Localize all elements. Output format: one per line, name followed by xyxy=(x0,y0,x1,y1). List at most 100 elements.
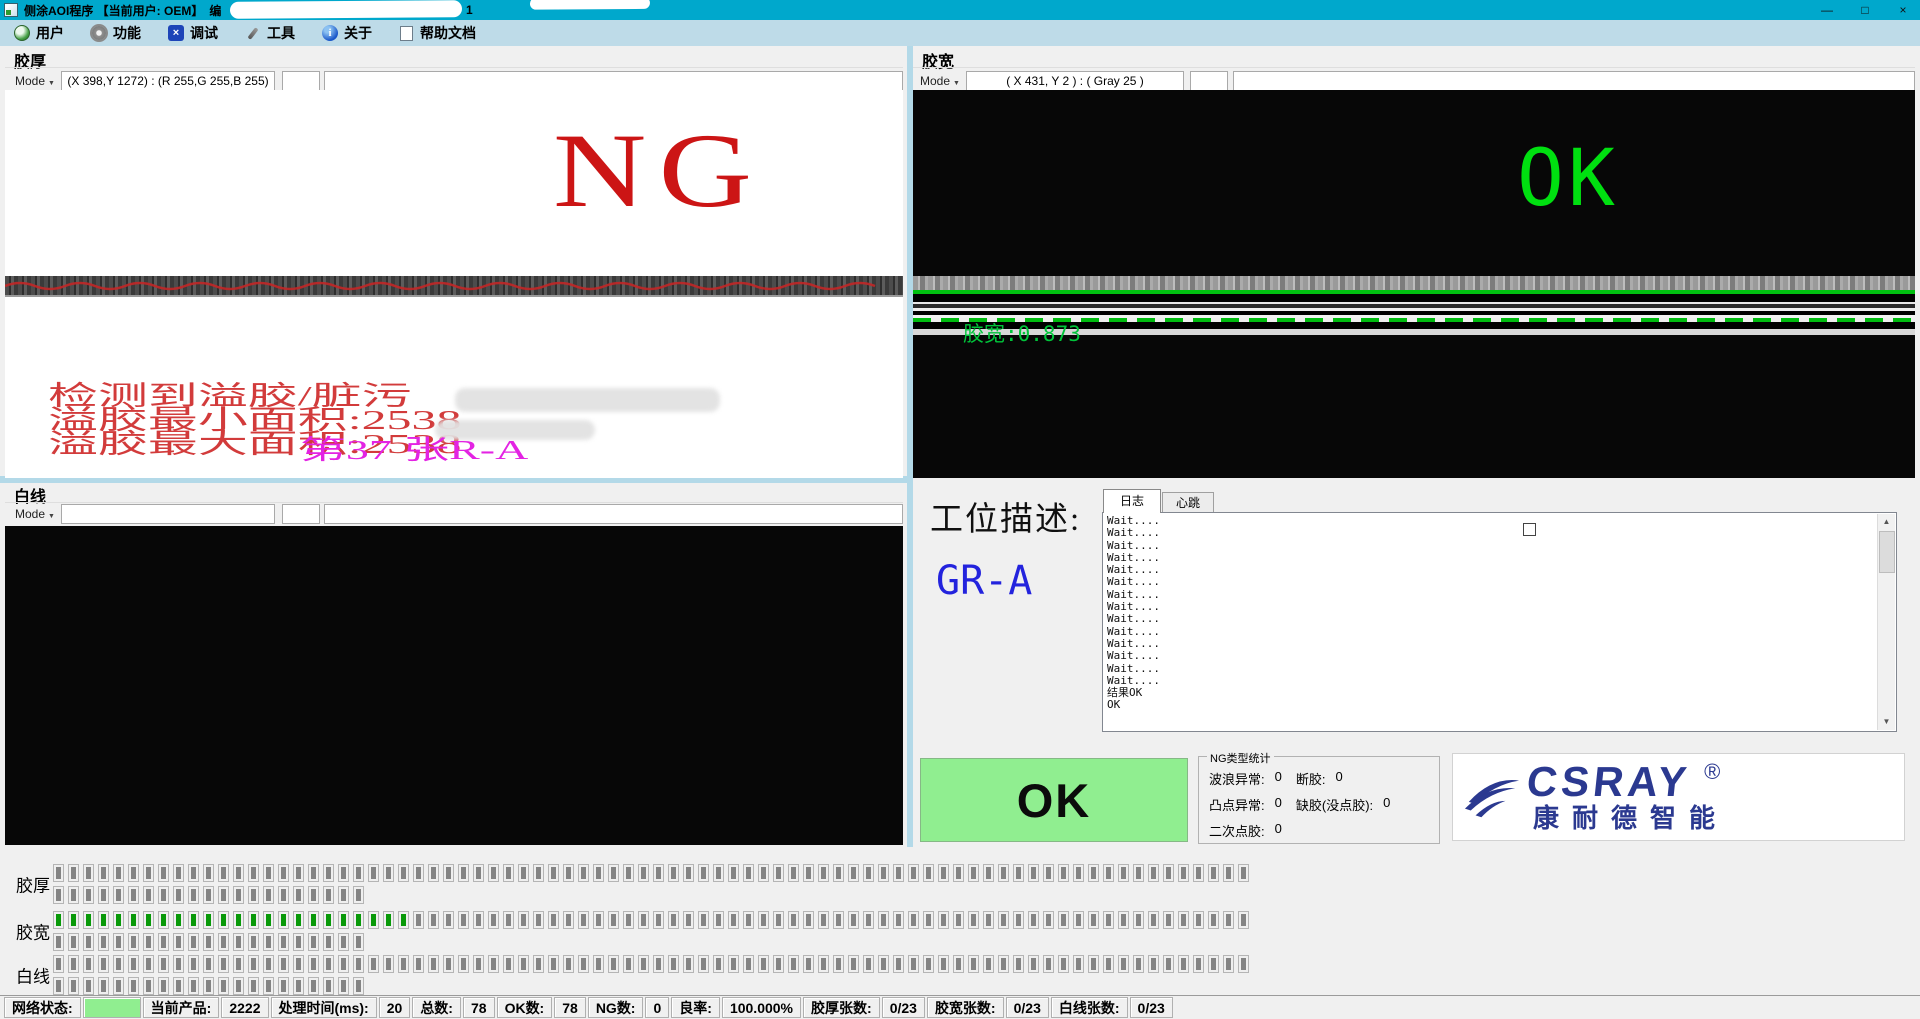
panel-title-width: 胶宽 xyxy=(922,48,954,72)
minimize-button[interactable]: — xyxy=(1816,1,1838,19)
grid-cell-empty xyxy=(923,955,934,973)
grid-cell-empty xyxy=(998,864,1009,882)
grid-cell-empty xyxy=(743,955,754,973)
mode-dropdown-whiteline[interactable]: Mode xyxy=(15,505,55,523)
grid-cell-empty xyxy=(743,911,754,929)
log-listbox[interactable]: Wait....Wait....Wait....Wait....Wait....… xyxy=(1102,512,1897,732)
grid-cell-empty xyxy=(683,911,694,929)
menu-item-2[interactable]: 功能 xyxy=(91,23,141,43)
grid-cell-empty xyxy=(413,955,424,973)
small-field-whiteline[interactable] xyxy=(282,504,320,524)
grid-cell-empty xyxy=(128,864,139,882)
grid-cell-empty xyxy=(728,955,739,973)
grid-cell-empty xyxy=(98,977,109,995)
grid-cell-empty xyxy=(728,911,739,929)
grid-cell-empty xyxy=(53,955,64,973)
grid-cell-empty xyxy=(968,911,979,929)
close-button[interactable]: × xyxy=(1892,1,1914,19)
pixel-readout-width[interactable]: ( X 431, Y 2 ) : ( Gray 25 ) xyxy=(966,71,1184,91)
grid-cell-empty xyxy=(218,977,229,995)
grid-cell-filled xyxy=(128,911,139,929)
scroll-up-icon[interactable]: ▲ xyxy=(1878,514,1895,530)
menu-item-5[interactable]: 关于 xyxy=(322,23,372,43)
pixel-readout-thickness[interactable]: (X 398,Y 1272) : (R 255,G 255,B 255) xyxy=(61,71,275,91)
grid-cell-filled xyxy=(53,911,64,929)
grid-cell-empty xyxy=(323,933,334,951)
grid-cell-empty xyxy=(353,864,364,882)
about-icon xyxy=(322,25,338,41)
grid-cell-empty xyxy=(83,977,94,995)
grid-cell-empty xyxy=(1133,911,1144,929)
small-field-thickness[interactable] xyxy=(282,71,320,91)
image-view-whiteline[interactable] xyxy=(5,526,903,845)
log-line: OK xyxy=(1107,699,1160,711)
grid-cell-empty xyxy=(143,977,154,995)
menu-item-1[interactable]: 用户 xyxy=(14,23,64,43)
grid-cell-empty xyxy=(953,911,964,929)
status-value: 0/23 xyxy=(1006,997,1049,1018)
scroll-down-icon[interactable]: ▼ xyxy=(1878,714,1895,730)
pixel-readout-whiteline[interactable] xyxy=(61,504,275,524)
grid-cell-empty xyxy=(173,955,184,973)
ng-stat-column: 断胶:0缺胶(没点胶):0 xyxy=(1296,769,1391,840)
long-field-whiteline[interactable] xyxy=(324,504,903,524)
menu-item-4[interactable]: 工具 xyxy=(245,23,295,43)
grid-cell-empty xyxy=(488,864,499,882)
log-line: Wait.... xyxy=(1107,613,1160,625)
grid-cell-empty xyxy=(113,886,124,904)
grid-cell-empty xyxy=(263,864,274,882)
grid-cell-empty xyxy=(833,911,844,929)
ng-stat-column: 波浪异常:0凸点异常:0二次点胶:0 xyxy=(1209,769,1282,840)
overall-result-button[interactable]: OK xyxy=(920,758,1188,842)
small-field-width[interactable] xyxy=(1190,71,1228,91)
grid-cell-empty xyxy=(68,955,79,973)
grid-cell-empty xyxy=(893,955,904,973)
mode-dropdown-thickness[interactable]: Mode xyxy=(15,72,55,90)
grid-cell-empty xyxy=(788,864,799,882)
grid-cell-empty xyxy=(68,977,79,995)
grid-cell-empty xyxy=(503,911,514,929)
grid-cell-empty xyxy=(1028,864,1039,882)
grid-cell-empty xyxy=(173,886,184,904)
status-value: 100.000% xyxy=(722,997,801,1018)
grid-cell-empty xyxy=(1133,864,1144,882)
grid-cell-empty xyxy=(638,864,649,882)
grid-cell-empty xyxy=(293,864,304,882)
maximize-button[interactable]: □ xyxy=(1854,1,1876,19)
menu-item-3[interactable]: 调试 xyxy=(168,23,218,43)
grid-cell-empty xyxy=(1118,864,1129,882)
grid-cell-empty xyxy=(668,955,679,973)
grid-cell-empty xyxy=(203,864,214,882)
grid-cell-empty xyxy=(293,886,304,904)
log-scrollbar[interactable]: ▲ ▼ xyxy=(1877,514,1895,730)
menu-item-6[interactable]: 帮助文档 xyxy=(399,23,476,43)
grid-cell-empty xyxy=(353,955,364,973)
image-view-thickness[interactable]: NG 检测到溢胶/脏污溢胶最小面积:2538溢胶最大面积:2538 第37 张R… xyxy=(5,90,903,478)
menu-item-label: 调试 xyxy=(190,23,218,43)
vendor-logo: CSRAY ® 康耐德智能 xyxy=(1452,753,1905,841)
long-field-width[interactable] xyxy=(1233,71,1915,91)
grid-cell-empty xyxy=(668,911,679,929)
grid-cell-empty xyxy=(803,864,814,882)
mode-dropdown-width[interactable]: Mode xyxy=(920,72,960,90)
tab-heartbeat[interactable]: 心跳 xyxy=(1162,492,1214,513)
grid-cell-empty xyxy=(1118,911,1129,929)
menu-item-label: 用户 xyxy=(36,23,64,43)
grid-cell-empty xyxy=(278,864,289,882)
grid-cell-empty xyxy=(263,886,274,904)
grid-cell-filled xyxy=(368,911,379,929)
ng-stat-value: 0 xyxy=(1275,769,1282,788)
gear-icon xyxy=(92,26,106,40)
debug-icon xyxy=(168,25,184,41)
grid-cell-empty xyxy=(698,911,709,929)
image-view-width[interactable]: OK 胶宽:0.873 xyxy=(913,90,1915,478)
grid-cell-empty xyxy=(488,955,499,973)
grid-cell-empty xyxy=(998,955,1009,973)
log-checkbox[interactable] xyxy=(1523,523,1536,536)
scrollbar-thumb[interactable] xyxy=(1879,531,1895,573)
grid-cell-empty xyxy=(923,864,934,882)
redaction-scribble xyxy=(230,0,462,19)
long-field-thickness[interactable] xyxy=(324,71,903,91)
tab-log[interactable]: 日志 xyxy=(1103,489,1161,513)
grid-cell-empty xyxy=(593,864,604,882)
